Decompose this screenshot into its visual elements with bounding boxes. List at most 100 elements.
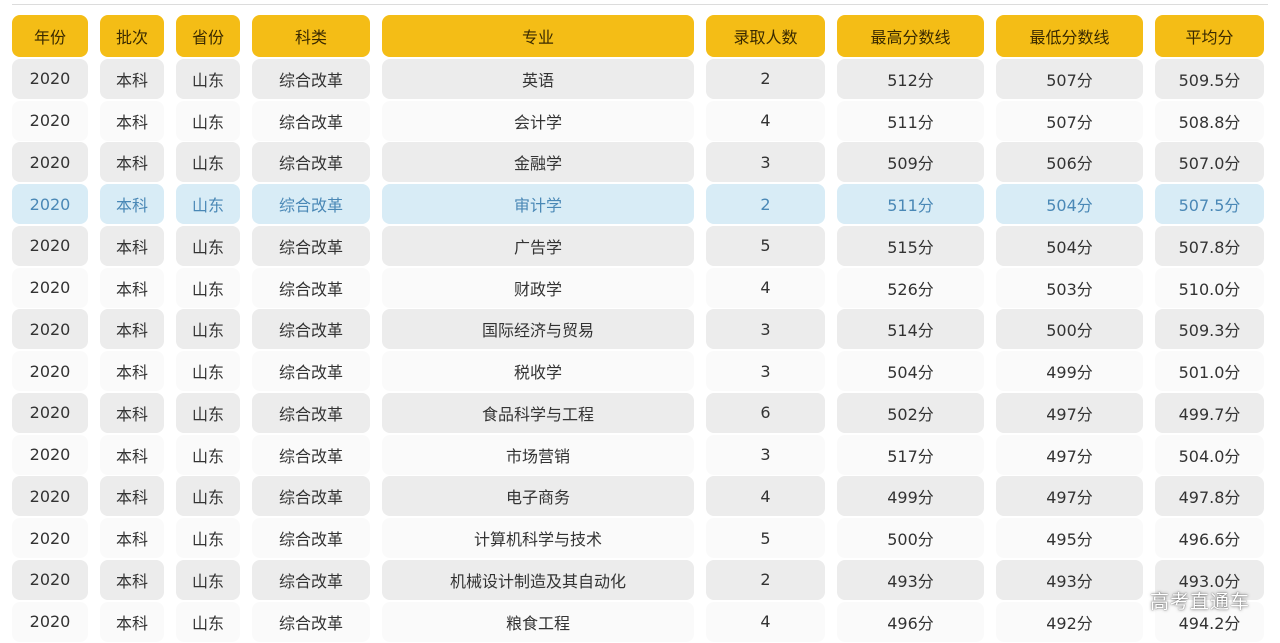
cell-admitted-count: 3 [706, 309, 825, 350]
cell-max-score: 514分 [837, 309, 984, 350]
cell-province: 山东 [176, 476, 240, 517]
header-category[interactable]: 科类 [252, 15, 370, 57]
cell-admitted-count: 2 [706, 184, 825, 225]
cell-max-score: 502分 [837, 392, 984, 433]
cell-admitted-count: 4 [706, 476, 825, 517]
cell-max-score: 515分 [837, 225, 984, 266]
cell-batch: 本科 [100, 434, 164, 475]
cell-avg-score: 509.3分 [1155, 309, 1264, 350]
table-row[interactable]: 2020 本科 山东 综合改革 市场营销 3 517分 497分 504.0分 [12, 434, 1268, 476]
header-province[interactable]: 省份 [176, 15, 240, 57]
table-row[interactable]: 2020 本科 山东 综合改革 国际经济与贸易 3 514分 500分 509.3分 [12, 309, 1268, 351]
cell-major: 审计学 [382, 184, 694, 225]
cell-major: 广告学 [382, 225, 694, 266]
cell-batch: 本科 [100, 392, 164, 433]
cell-category: 综合改革 [252, 100, 370, 141]
cell-category: 综合改革 [252, 225, 370, 266]
cell-min-score: 504分 [996, 184, 1143, 225]
table-row[interactable]: 2020 本科 山东 综合改革 计算机科学与技术 5 500分 495分 496.6分 [12, 517, 1268, 559]
cell-major: 财政学 [382, 267, 694, 308]
cell-max-score: 504分 [837, 351, 984, 392]
cell-max-score: 526分 [837, 267, 984, 308]
cell-admitted-count: 4 [706, 100, 825, 141]
cell-category: 综合改革 [252, 142, 370, 183]
cell-category: 综合改革 [252, 434, 370, 475]
cell-major: 金融学 [382, 142, 694, 183]
cell-avg-score: 501.0分 [1155, 351, 1264, 392]
cell-avg-score: 510.0分 [1155, 267, 1264, 308]
cell-min-score: 497分 [996, 476, 1143, 517]
top-divider [12, 4, 1268, 5]
cell-avg-score: 507.0分 [1155, 142, 1264, 183]
table-row[interactable]: 2020 本科 山东 综合改革 广告学 5 515分 504分 507.8分 [12, 225, 1268, 267]
cell-min-score: 503分 [996, 267, 1143, 308]
cell-min-score: 500分 [996, 309, 1143, 350]
cell-category: 综合改革 [252, 58, 370, 99]
cell-province: 山东 [176, 184, 240, 225]
cell-year: 2020 [12, 225, 88, 266]
header-admitted-count[interactable]: 录取人数 [706, 15, 825, 57]
cell-major: 食品科学与工程 [382, 392, 694, 433]
table-row-highlighted[interactable]: 2020 本科 山东 综合改革 审计学 2 511分 504分 507.5分 [12, 183, 1268, 225]
cell-year: 2020 [12, 434, 88, 475]
cell-province: 山东 [176, 559, 240, 600]
cell-batch: 本科 [100, 476, 164, 517]
cell-province: 山东 [176, 601, 240, 642]
cell-avg-score: 507.5分 [1155, 184, 1264, 225]
cell-min-score: 497分 [996, 434, 1143, 475]
table-row[interactable]: 2020 本科 山东 综合改革 机械设计制造及其自动化 2 493分 493分 493.0分 [12, 559, 1268, 601]
cell-year: 2020 [12, 58, 88, 99]
cell-province: 山东 [176, 100, 240, 141]
cell-avg-score: 497.8分 [1155, 476, 1264, 517]
cell-avg-score: 504.0分 [1155, 434, 1264, 475]
cell-province: 山东 [176, 267, 240, 308]
cell-major: 计算机科学与技术 [382, 518, 694, 559]
cell-year: 2020 [12, 518, 88, 559]
cell-major: 电子商务 [382, 476, 694, 517]
cell-min-score: 507分 [996, 100, 1143, 141]
cell-min-score: 492分 [996, 601, 1143, 642]
cell-admitted-count: 3 [706, 434, 825, 475]
table-body: 2020 本科 山东 综合改革 英语 2 512分 507分 509.5分 2020 本科 山东 综合改… [12, 58, 1268, 643]
table-row[interactable]: 2020 本科 山东 综合改革 食品科学与工程 6 502分 497分 499.7分 [12, 392, 1268, 434]
table-row[interactable]: 2020 本科 山东 综合改革 税收学 3 504分 499分 501.0分 [12, 350, 1268, 392]
header-year[interactable]: 年份 [12, 15, 88, 57]
cell-batch: 本科 [100, 601, 164, 642]
cell-max-score: 493分 [837, 559, 984, 600]
header-major[interactable]: 专业 [382, 15, 694, 57]
cell-admitted-count: 4 [706, 267, 825, 308]
cell-category: 综合改革 [252, 184, 370, 225]
table-row[interactable]: 2020 本科 山东 综合改革 电子商务 4 499分 497分 497.8分 [12, 476, 1268, 518]
cell-year: 2020 [12, 184, 88, 225]
cell-batch: 本科 [100, 100, 164, 141]
cell-major: 市场营销 [382, 434, 694, 475]
cell-year: 2020 [12, 100, 88, 141]
cell-year: 2020 [12, 559, 88, 600]
cell-admitted-count: 2 [706, 559, 825, 600]
watermark-text: 高考直通车 [1149, 591, 1250, 613]
table-row[interactable]: 2020 本科 山东 综合改革 英语 2 512分 507分 509.5分 [12, 58, 1268, 100]
cell-province: 山东 [176, 58, 240, 99]
cell-category: 综合改革 [252, 309, 370, 350]
table-row[interactable]: 2020 本科 山东 综合改革 会计学 4 511分 507分 508.8分 [12, 100, 1268, 142]
header-batch[interactable]: 批次 [100, 15, 164, 57]
cell-category: 综合改革 [252, 392, 370, 433]
header-avg-score[interactable]: 平均分 [1155, 15, 1264, 57]
cell-min-score: 499分 [996, 351, 1143, 392]
table-row[interactable]: 2020 本科 山东 综合改革 金融学 3 509分 506分 507.0分 [12, 142, 1268, 184]
cell-province: 山东 [176, 434, 240, 475]
cell-avg-score: 508.8分 [1155, 100, 1264, 141]
cell-category: 综合改革 [252, 601, 370, 642]
cell-major: 英语 [382, 58, 694, 99]
cell-max-score: 511分 [837, 100, 984, 141]
cell-province: 山东 [176, 392, 240, 433]
table-row[interactable]: 2020 本科 山东 综合改革 财政学 4 526分 503分 510.0分 [12, 267, 1268, 309]
cell-year: 2020 [12, 267, 88, 308]
cell-batch: 本科 [100, 142, 164, 183]
table-row[interactable]: 2020 本科 山东 综合改革 粮食工程 4 496分 492分 494.2分 [12, 601, 1268, 643]
cell-min-score: 504分 [996, 225, 1143, 266]
header-max-score[interactable]: 最高分数线 [837, 15, 984, 57]
header-min-score[interactable]: 最低分数线 [996, 15, 1143, 57]
cell-category: 综合改革 [252, 351, 370, 392]
cell-province: 山东 [176, 142, 240, 183]
